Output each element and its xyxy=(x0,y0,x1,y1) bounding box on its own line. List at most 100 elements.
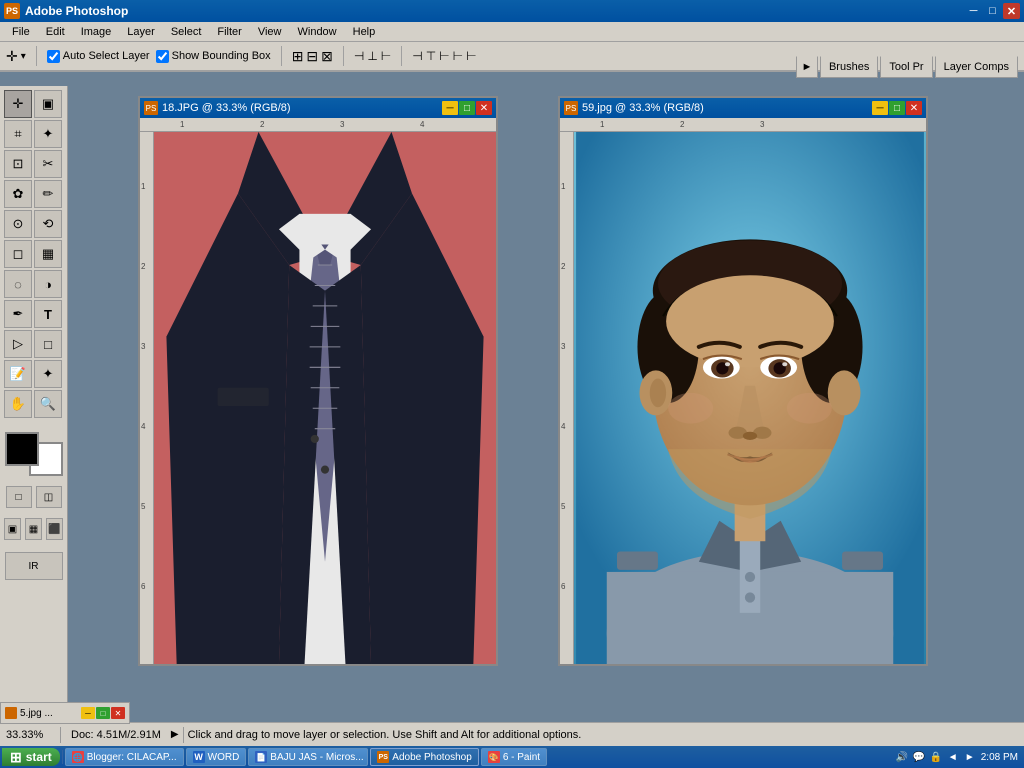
tool-row-11: ✋ 🔍 xyxy=(4,390,63,418)
doc1-canvas[interactable] xyxy=(154,132,496,664)
align-icon-2[interactable]: ⊥ xyxy=(367,49,377,63)
taskbar-item-word[interactable]: W WORD xyxy=(186,748,247,766)
zoom-tool[interactable]: 🔍 xyxy=(34,390,62,418)
layer-comps-panel-button[interactable]: Layer Comps xyxy=(935,56,1018,78)
main-content: ✛ ▣ ⌗ ✦ ⊡ ✂ ✿ ✏ ⊙ ⟲ ◻ ▦ ◌ ◑ xyxy=(0,86,1024,722)
history-brush-tool[interactable]: ⟲ xyxy=(34,210,62,238)
menu-view[interactable]: View xyxy=(250,22,290,41)
move-tool[interactable]: ✛ xyxy=(4,90,32,118)
color-area[interactable] xyxy=(5,432,63,476)
screen-mode-1[interactable]: ▣ xyxy=(4,518,21,540)
hand-tool[interactable]: ✋ xyxy=(4,390,32,418)
tray-icon-2[interactable]: 💬 xyxy=(912,750,926,764)
taskbar-item-blogger[interactable]: 🌐 Blogger: CILACAP... xyxy=(65,748,184,766)
distribute-icon-4[interactable]: ⊢ xyxy=(453,49,463,63)
eyedropper-tool[interactable]: ✦ xyxy=(34,360,62,388)
path-selection-tool[interactable]: ▷ xyxy=(4,330,32,358)
doc1-close[interactable]: ✕ xyxy=(476,101,492,115)
bounding-box-label[interactable]: Show Bounding Box xyxy=(156,50,271,63)
screen-mode-2[interactable]: ▦ xyxy=(25,518,42,540)
maximize-button[interactable]: □ xyxy=(984,3,1001,19)
distribute-icon-1[interactable]: ⊣ xyxy=(412,49,422,63)
doc1-minimize[interactable]: ─ xyxy=(442,101,458,115)
screen-mode-3[interactable]: ⬛ xyxy=(46,518,63,540)
tray-icon-arrow-left[interactable]: ◄ xyxy=(946,750,960,764)
menu-bar: File Edit Image Layer Select Filter View… xyxy=(0,22,1024,42)
doc1-maximize[interactable]: □ xyxy=(459,101,475,115)
menu-file[interactable]: File xyxy=(4,22,38,41)
doc1-title-bar[interactable]: PS 18.JPG @ 33.3% (RGB/8) ─ □ ✕ xyxy=(140,98,496,118)
foreground-color[interactable] xyxy=(5,432,39,466)
bounding-box-checkbox[interactable] xyxy=(156,50,169,63)
doc2-title-bar[interactable]: PS 59.jpg @ 33.3% (RGB/8) ─ □ ✕ xyxy=(560,98,926,118)
tool-presets-panel-button[interactable]: Tool Pr xyxy=(880,56,932,78)
taskbar-item-paint[interactable]: 🎨 6 - Paint xyxy=(481,748,547,766)
doc2-minimize[interactable]: ─ xyxy=(872,101,888,115)
heal-tool[interactable]: ✿ xyxy=(4,180,32,208)
standard-mode-button[interactable]: □ xyxy=(6,486,32,508)
transform-icon-3: ⊠ xyxy=(321,48,333,65)
taskbar-sep-1 xyxy=(62,750,63,764)
move-tool-icon[interactable]: ✛ xyxy=(6,48,18,65)
marquee-tool[interactable]: ▣ xyxy=(34,90,62,118)
blur-tool[interactable]: ◌ xyxy=(4,270,32,298)
menu-edit[interactable]: Edit xyxy=(38,22,73,41)
magic-wand-tool[interactable]: ✦ xyxy=(34,120,62,148)
options-separator-2 xyxy=(281,46,282,66)
doc2-maximize[interactable]: □ xyxy=(889,101,905,115)
align-icon-3[interactable]: ⊢ xyxy=(381,49,391,63)
canvas-area: PS 18.JPG @ 33.3% (RGB/8) ─ □ ✕ 1 2 3 4 xyxy=(68,86,1024,722)
brushes-panel-button[interactable]: Brushes xyxy=(820,56,878,78)
doc1-ruler-h: 1 2 3 4 xyxy=(140,118,496,132)
menu-layer[interactable]: Layer xyxy=(119,22,163,41)
slice-tool[interactable]: ✂ xyxy=(34,150,62,178)
lasso-tool[interactable]: ⌗ xyxy=(4,120,32,148)
options-separator-4 xyxy=(401,46,402,66)
small-doc-maximize[interactable]: □ xyxy=(96,707,110,719)
taskbar-item-baju[interactable]: 📄 BAJU JAS - Micros... xyxy=(248,748,368,766)
auto-select-label[interactable]: Auto Select Layer xyxy=(47,50,150,63)
menu-filter[interactable]: Filter xyxy=(209,22,249,41)
taskbar-item-photoshop[interactable]: PS Adobe Photoshop xyxy=(370,748,479,766)
align-controls: ⊣ ⊥ ⊢ xyxy=(354,49,391,63)
document-window-2: PS 59.jpg @ 33.3% (RGB/8) ─ □ ✕ 1 2 3 1 … xyxy=(558,96,928,666)
menu-window[interactable]: Window xyxy=(290,22,345,41)
notes-tool[interactable]: 📝 xyxy=(4,360,32,388)
menu-image[interactable]: Image xyxy=(73,22,120,41)
clone-tool[interactable]: ⊙ xyxy=(4,210,32,238)
menu-select[interactable]: Select xyxy=(163,22,210,41)
tool-arrow-icon[interactable]: ▾ xyxy=(21,51,26,62)
start-button[interactable]: ⊞ start xyxy=(2,748,60,766)
doc2-close[interactable]: ✕ xyxy=(906,101,922,115)
distribute-icon-2[interactable]: ⊤ xyxy=(426,49,436,63)
transform-icon-1: ⊞ xyxy=(292,48,304,65)
distribute-icon-5[interactable]: ⊢ xyxy=(466,49,476,63)
dodge-tool[interactable]: ◑ xyxy=(34,270,62,298)
app-icon: PS xyxy=(4,3,20,19)
crop-tool[interactable]: ⊡ xyxy=(4,150,32,178)
tray-icon-3[interactable]: 🔒 xyxy=(929,750,943,764)
brush-tool[interactable]: ✏ xyxy=(34,180,62,208)
options-separator-1 xyxy=(36,46,37,66)
menu-help[interactable]: Help xyxy=(345,22,384,41)
jump-imageready-button[interactable]: IR xyxy=(5,552,63,580)
photoshop-taskbar-icon: PS xyxy=(377,751,389,763)
small-doc-close[interactable]: ✕ xyxy=(111,707,125,719)
close-button[interactable]: ✕ xyxy=(1003,3,1020,19)
auto-select-checkbox[interactable] xyxy=(47,50,60,63)
panels-toggle-button[interactable]: ► xyxy=(796,56,818,78)
tray-icon-1[interactable]: 🔊 xyxy=(895,750,909,764)
doc2-icon: PS xyxy=(564,101,578,115)
pen-tool[interactable]: ✒ xyxy=(4,300,32,328)
shape-tool[interactable]: □ xyxy=(34,330,62,358)
distribute-icon-3[interactable]: ⊢ xyxy=(439,49,449,63)
eraser-tool[interactable]: ◻ xyxy=(4,240,32,268)
text-tool[interactable]: T xyxy=(34,300,62,328)
doc2-canvas[interactable] xyxy=(574,132,926,664)
minimize-button[interactable]: ─ xyxy=(965,3,982,19)
small-doc-minimize[interactable]: ─ xyxy=(81,707,95,719)
quick-mask-button[interactable]: ◫ xyxy=(36,486,62,508)
gradient-tool[interactable]: ▦ xyxy=(34,240,62,268)
align-icon-1[interactable]: ⊣ xyxy=(354,49,364,63)
tray-icon-arrow-right[interactable]: ► xyxy=(963,750,977,764)
